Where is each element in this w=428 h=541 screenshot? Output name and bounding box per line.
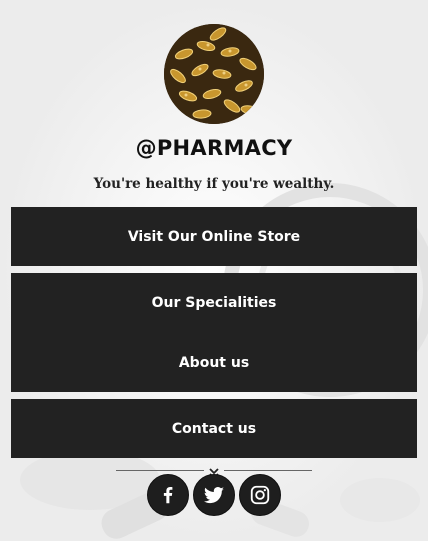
link-online-store-button[interactable]: Visit Our Online Store [11,207,417,266]
link-label: Our Specialities [151,295,277,311]
twitter-button[interactable] [193,474,235,516]
link-label: Visit Our Online Store [127,228,301,245]
link-about-button[interactable]: About us [11,333,417,392]
link-contact-button[interactable]: Contact us [11,399,417,458]
instagram-icon [249,484,271,506]
divider-left [116,470,204,471]
facebook-icon [157,484,179,506]
twitter-icon [202,483,226,507]
divider-right [224,470,312,471]
facebook-button[interactable] [147,474,189,516]
link-label: About us [178,354,250,371]
profile-tagline: You're healthy if you're wealthy. [93,176,335,192]
instagram-button[interactable] [239,474,281,516]
link-label: Contact us [171,420,257,437]
avatar [164,24,264,124]
profile-handle: @PHARMACY [135,136,293,160]
link-specialities-button[interactable]: Our Specialities [11,273,417,333]
